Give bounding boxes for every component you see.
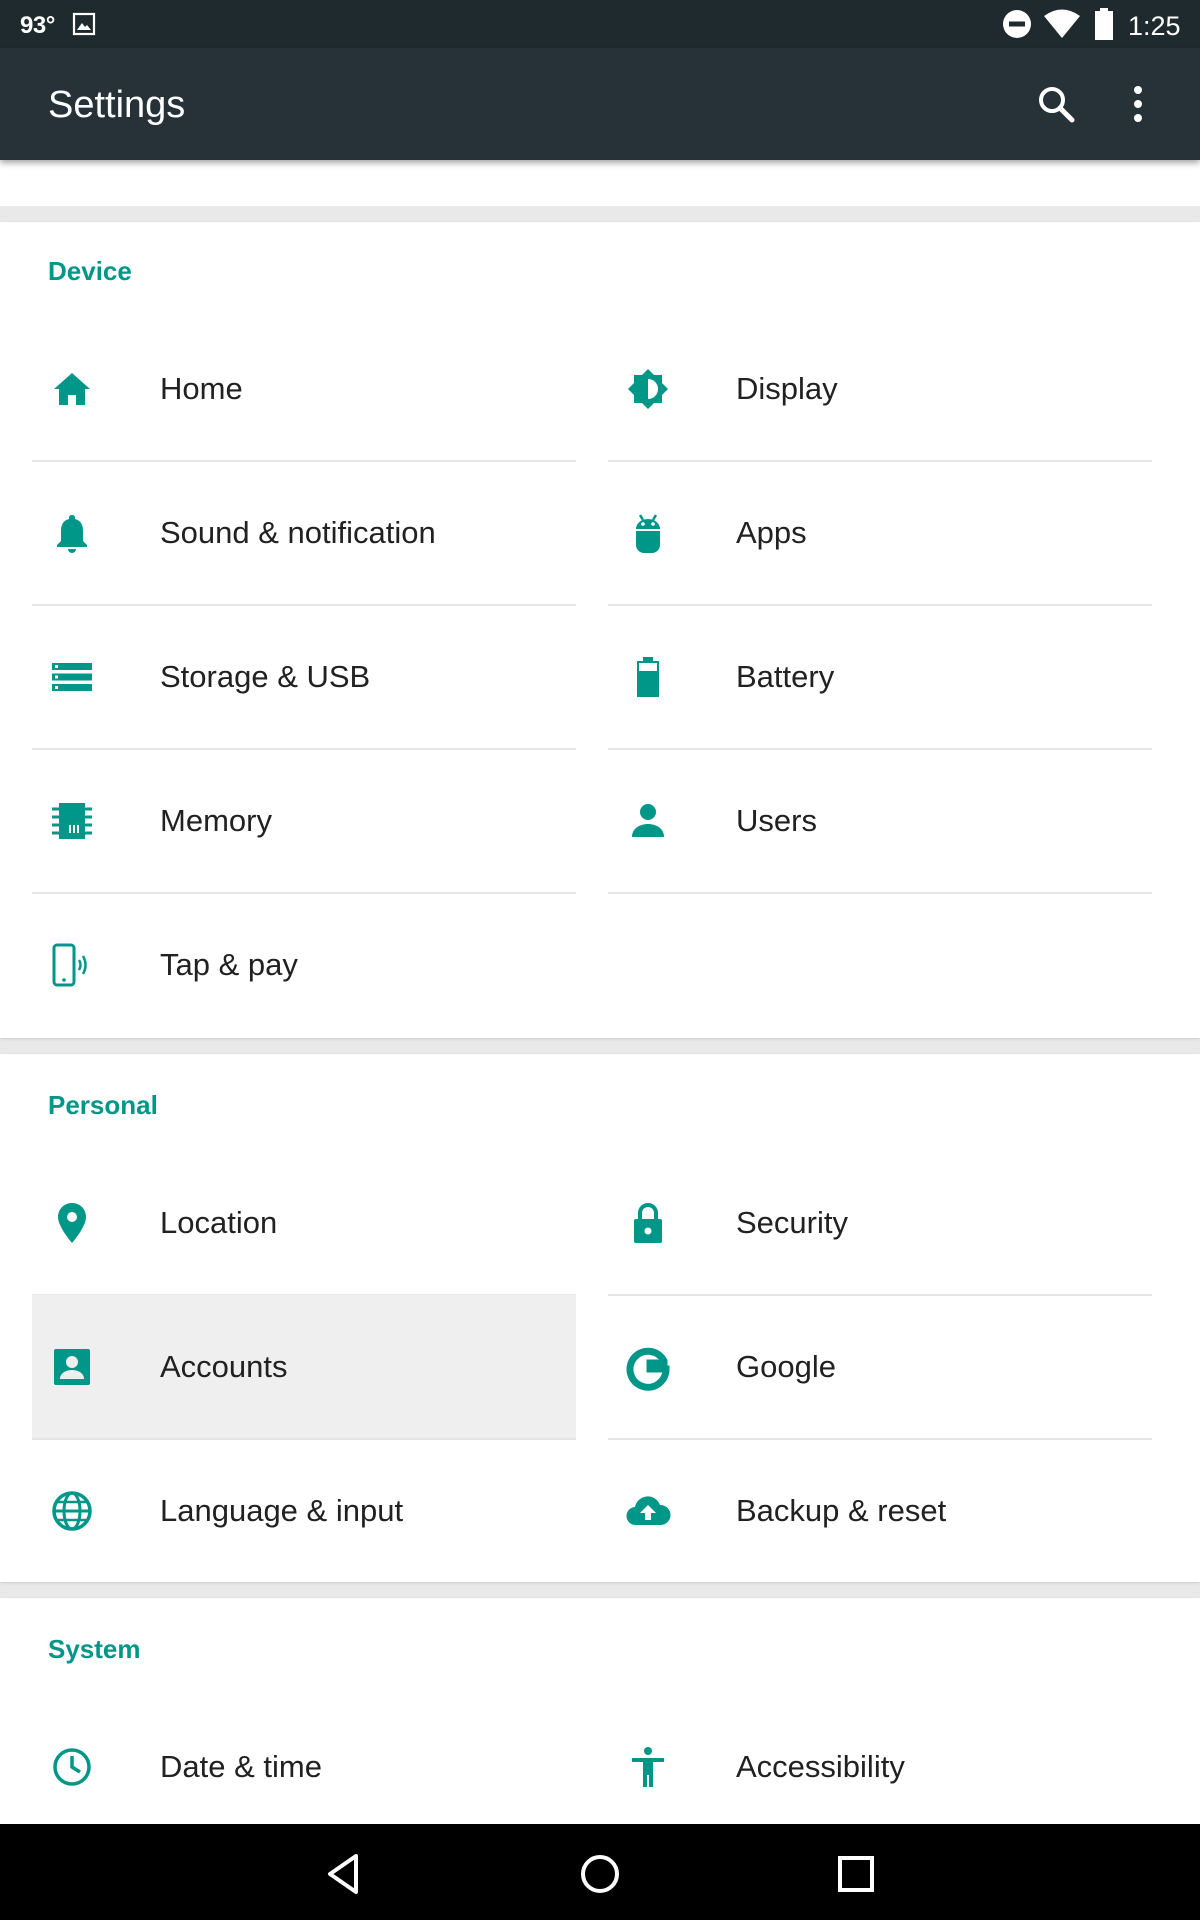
settings-item-date-time[interactable]: Date & time <box>32 1695 576 1838</box>
do-not-disturb-icon <box>1003 10 1031 38</box>
settings-item-users[interactable]: Users <box>608 749 1152 894</box>
settings-item-display[interactable]: Display <box>608 317 1152 462</box>
settings-item-security[interactable]: Security <box>608 1151 1152 1296</box>
settings-item-language[interactable]: Language & input <box>32 1439 576 1582</box>
settings-item-accounts[interactable]: Accounts <box>32 1295 576 1440</box>
accessibility-icon <box>632 1747 664 1787</box>
settings-item-memory[interactable]: Memory <box>32 749 576 894</box>
globe-icon <box>52 1491 92 1531</box>
storage-icon <box>52 663 92 691</box>
image-icon <box>72 12 96 36</box>
clock-icon <box>53 1748 91 1786</box>
temperature-text: 93° <box>20 12 55 39</box>
system-section: System Date & time Accessibility <box>0 1598 1200 1824</box>
settings-item-tap-pay[interactable]: Tap & pay <box>32 893 576 1036</box>
section-title-device: Device <box>48 256 132 286</box>
memory-chip-icon <box>52 803 92 839</box>
navigation-bar <box>0 1824 1200 1920</box>
person-icon <box>632 804 664 837</box>
settings-item-location[interactable]: Location <box>32 1151 576 1296</box>
suggestion-strip <box>0 160 1200 206</box>
section-title-system: System <box>48 1634 141 1664</box>
section-title-personal: Personal <box>48 1090 158 1120</box>
personal-section: Personal Location Security Accounts Goog… <box>0 1054 1200 1582</box>
settings-item-google[interactable]: Google <box>608 1295 1152 1440</box>
app-bar: Settings <box>0 48 1200 160</box>
brightness-icon <box>628 369 668 409</box>
account-box-icon <box>54 1349 90 1385</box>
status-bar: 93° 1:25 <box>0 0 1200 48</box>
battery-icon <box>637 657 659 697</box>
lock-icon <box>634 1203 662 1243</box>
settings-item-apps[interactable]: Apps <box>608 461 1152 606</box>
location-pin-icon <box>58 1203 86 1243</box>
recents-icon[interactable] <box>828 1846 884 1902</box>
settings-item-sound[interactable]: Sound & notification <box>32 461 576 606</box>
clock-time: 1:25 <box>1128 11 1181 41</box>
nfc-phone-icon <box>52 943 87 987</box>
settings-item-accessibility[interactable]: Accessibility <box>608 1695 1152 1838</box>
device-section: Device Home Display Sound & notification… <box>0 222 1200 1038</box>
settings-item-home[interactable]: Home <box>32 317 576 462</box>
settings-item-battery[interactable]: Battery <box>608 605 1152 750</box>
settings-item-backup[interactable]: Backup & reset <box>608 1439 1152 1582</box>
wifi-icon <box>1044 9 1080 38</box>
battery-icon <box>1095 8 1113 40</box>
google-g-icon <box>626 1347 670 1391</box>
more-vert-icon[interactable] <box>1114 80 1162 128</box>
android-icon <box>636 514 660 553</box>
search-icon[interactable] <box>1032 80 1080 128</box>
cloud-upload-icon <box>626 1496 671 1526</box>
home-circle-icon[interactable] <box>572 1846 628 1902</box>
page-title: Settings <box>48 84 186 126</box>
settings-item-storage[interactable]: Storage & USB <box>32 605 576 750</box>
home-icon <box>54 373 90 405</box>
back-icon[interactable] <box>316 1846 372 1902</box>
bell-icon <box>57 515 87 553</box>
